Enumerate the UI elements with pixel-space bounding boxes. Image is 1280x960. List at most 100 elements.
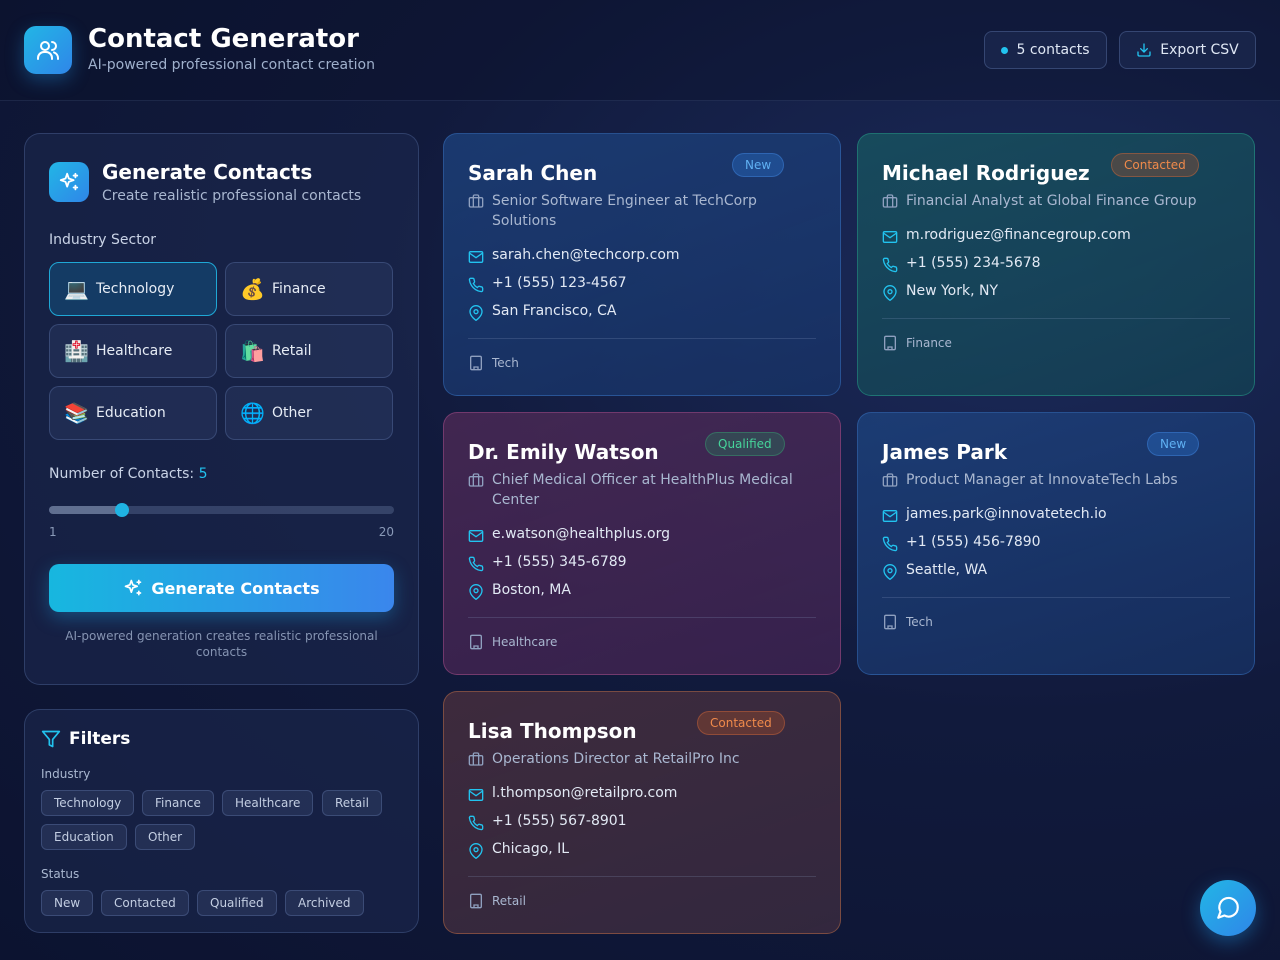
generate-title: Generate Contacts — [102, 160, 313, 184]
industry-option-other[interactable]: 🌐 Other — [225, 386, 393, 440]
phone-icon — [468, 277, 484, 293]
building-icon — [470, 893, 482, 909]
contact-name: Sarah Chen — [468, 161, 598, 185]
card-divider — [468, 617, 816, 618]
map-pin-icon — [469, 305, 483, 321]
contact-card[interactable]: Sarah Chen New Senior Software Engineer … — [443, 133, 841, 396]
contact-title: Financial Analyst at Global Finance Grou… — [906, 193, 1197, 209]
filter-chip-education[interactable]: Education — [41, 824, 127, 850]
app-title: Contact Generator — [88, 24, 359, 54]
contact-count-field-label: Number of Contacts: 5 — [49, 466, 208, 482]
industry-option-education[interactable]: 📚 Education — [49, 386, 217, 440]
phone-icon — [882, 257, 898, 273]
contact-phone-row[interactable]: +1 (555) 456-7890 — [882, 534, 1041, 552]
export-csv-label: Export CSV — [1160, 42, 1239, 58]
contact-location-row: New York, NY — [882, 283, 998, 301]
mail-icon — [882, 231, 898, 243]
contact-title: Product Manager at InnovateTech Labs — [906, 472, 1178, 488]
contact-email: james.park@innovatetech.io — [906, 506, 1107, 522]
filter-chip-qualified[interactable]: Qualified — [197, 890, 277, 916]
contact-email-row[interactable]: sarah.chen@techcorp.com — [468, 247, 680, 265]
contact-email-row[interactable]: e.watson@healthplus.org — [468, 526, 670, 544]
contact-phone-row[interactable]: +1 (555) 123-4567 — [468, 275, 627, 293]
contact-industry: Healthcare — [492, 635, 558, 649]
sparkles-icon — [125, 579, 142, 596]
building-icon — [470, 355, 482, 371]
generate-panel: Generate Contacts Create realistic profe… — [24, 133, 419, 685]
filter-chip-technology[interactable]: Technology — [41, 790, 135, 816]
contact-phone-row[interactable]: +1 (555) 567-8901 — [468, 813, 627, 831]
contact-industry: Tech — [906, 615, 933, 629]
status-badge: New — [732, 153, 785, 177]
industry-option-label: Technology — [96, 281, 175, 297]
filter-chip-retail[interactable]: Retail — [322, 790, 382, 816]
globe-icon: 🌐 — [240, 401, 265, 425]
slider-fill — [49, 506, 122, 514]
contact-phone-row[interactable]: +1 (555) 234-5678 — [882, 255, 1041, 273]
generate-subtitle: Create realistic professional contacts — [102, 188, 362, 204]
mail-icon — [468, 530, 484, 542]
contact-phone: +1 (555) 567-8901 — [492, 813, 627, 829]
industry-option-retail[interactable]: 🛍️ Retail — [225, 324, 393, 378]
filter-icon — [41, 730, 61, 748]
generate-contacts-label: Generate Contacts — [151, 578, 320, 598]
contact-location-row: Chicago, IL — [468, 841, 569, 859]
contact-card[interactable]: Dr. Emily Watson Qualified Chief Medical… — [443, 412, 841, 675]
contact-email: sarah.chen@techcorp.com — [492, 247, 680, 263]
download-icon — [1137, 43, 1151, 57]
contact-industry-tag: Tech — [468, 355, 519, 371]
industry-option-healthcare[interactable]: 🏥 Healthcare — [49, 324, 217, 378]
card-divider — [882, 318, 1230, 319]
contact-industry: Retail — [492, 894, 526, 908]
industry-option-technology[interactable]: 💻 Technology — [49, 262, 217, 316]
generate-contacts-button[interactable]: Generate Contacts — [49, 564, 394, 612]
contact-email-row[interactable]: james.park@innovatetech.io — [882, 506, 1107, 524]
contact-card[interactable]: Lisa Thompson Contacted Operations Direc… — [443, 691, 841, 934]
contact-industry-tag: Tech — [882, 614, 933, 630]
contact-count-button[interactable]: 5 contacts — [984, 31, 1107, 69]
filter-chip-finance[interactable]: Finance — [142, 790, 214, 816]
filters-title: Filters — [69, 729, 131, 749]
contact-phone-row[interactable]: +1 (555) 345-6789 — [468, 554, 627, 572]
contact-card[interactable]: Michael Rodriguez Contacted Financial An… — [857, 133, 1255, 396]
filter-chip-contacted[interactable]: Contacted — [101, 890, 189, 916]
phone-icon — [882, 536, 898, 552]
app-subtitle: AI-powered professional contact creation — [88, 57, 375, 73]
slider-thumb[interactable] — [114, 503, 129, 517]
contact-phone: +1 (555) 456-7890 — [906, 534, 1041, 550]
card-divider — [882, 597, 1230, 598]
filter-chip-archived[interactable]: Archived — [285, 890, 364, 916]
map-pin-icon — [469, 843, 483, 859]
map-pin-icon — [469, 584, 483, 600]
building-icon — [470, 634, 482, 650]
contact-email-row[interactable]: l.thompson@retailpro.com — [468, 785, 677, 803]
shopping-bags-icon: 🛍️ — [240, 339, 265, 363]
industry-option-label: Healthcare — [96, 343, 173, 359]
industry-option-finance[interactable]: 💰 Finance — [225, 262, 393, 316]
contact-email-row[interactable]: m.rodriguez@financegroup.com — [882, 227, 1131, 245]
filter-status-label: Status — [41, 867, 80, 881]
industry-option-label: Finance — [272, 281, 326, 297]
contact-phone: +1 (555) 123-4567 — [492, 275, 627, 291]
books-icon: 📚 — [64, 401, 89, 425]
contact-email: e.watson@healthplus.org — [492, 526, 670, 542]
briefcase-icon — [468, 752, 484, 766]
mail-icon — [882, 510, 898, 522]
chat-button[interactable] — [1200, 880, 1256, 936]
filter-chip-other[interactable]: Other — [135, 824, 196, 850]
mail-icon — [468, 251, 484, 263]
filter-chip-healthcare[interactable]: Healthcare — [222, 790, 314, 816]
export-csv-button[interactable]: Export CSV — [1119, 31, 1256, 69]
briefcase-icon — [882, 473, 898, 487]
contact-count-slider[interactable] — [49, 503, 394, 517]
status-badge: Contacted — [697, 711, 785, 735]
contact-phone: +1 (555) 234-5678 — [906, 255, 1041, 271]
contact-location: Seattle, WA — [906, 562, 988, 578]
contact-title: Senior Software Engineer at TechCorp Sol… — [492, 193, 757, 229]
card-divider — [468, 338, 816, 339]
contact-card[interactable]: James Park New Product Manager at Innova… — [857, 412, 1255, 675]
contact-industry: Finance — [906, 336, 952, 350]
contact-title-row: Chief Medical Officer at HealthPlus Medi… — [468, 470, 822, 510]
filter-chip-new[interactable]: New — [41, 890, 94, 916]
status-badge: New — [1147, 432, 1200, 456]
